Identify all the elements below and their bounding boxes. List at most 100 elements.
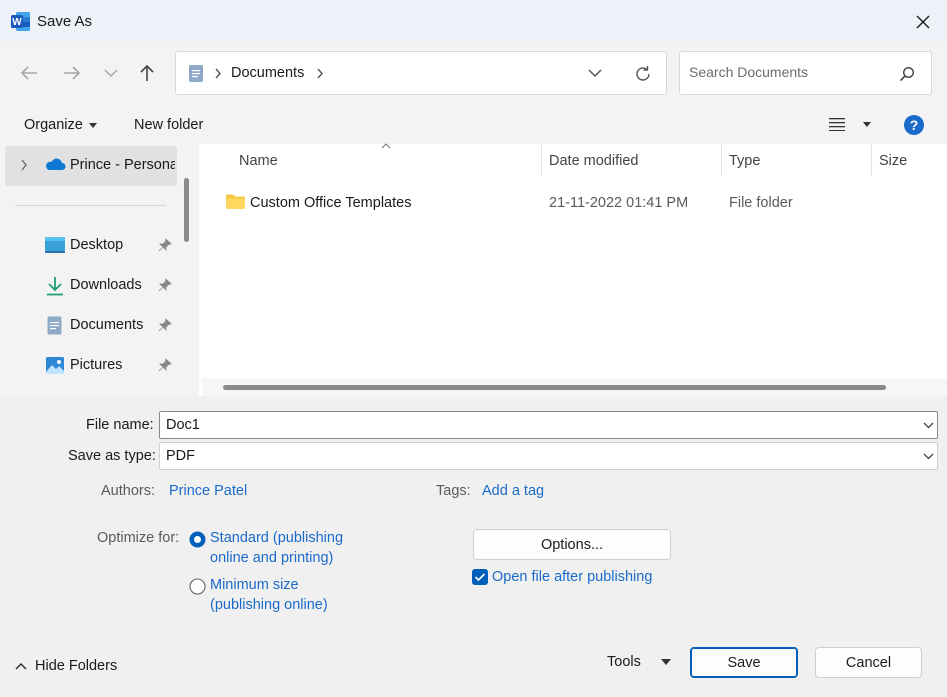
- column-header-date[interactable]: Date modified: [549, 153, 638, 169]
- file-date: 21-11-2022 01:41 PM: [549, 195, 689, 211]
- hide-folders-label: Hide Folders: [35, 658, 118, 674]
- arrow-right-icon: [64, 66, 81, 80]
- refresh-icon[interactable]: [634, 65, 652, 83]
- close-icon: [916, 15, 930, 29]
- file-list: [199, 144, 947, 396]
- arrow-left-icon: [20, 66, 37, 80]
- optimize-standard-radio[interactable]: Standard (publishing online and printing…: [189, 530, 359, 572]
- optimize-minimum-radio[interactable]: Minimum size (publishing online): [189, 577, 359, 619]
- search-input[interactable]: [689, 64, 889, 80]
- pin-icon: [158, 318, 172, 332]
- file-name: Custom Office Templates: [250, 195, 412, 211]
- file-name-label: File name:: [86, 417, 154, 433]
- chevron-down-icon[interactable]: [923, 422, 934, 429]
- file-type: File folder: [729, 195, 793, 211]
- chevron-down-icon: [104, 69, 118, 78]
- pin-icon: [158, 238, 172, 252]
- address-bar[interactable]: Documents: [175, 51, 667, 95]
- search-icon[interactable]: [899, 66, 915, 82]
- close-button[interactable]: [905, 6, 941, 38]
- column-divider[interactable]: [541, 144, 542, 176]
- title-bar: [0, 0, 947, 42]
- folder-icon: [226, 194, 245, 209]
- divider: [15, 205, 166, 206]
- file-name-field[interactable]: Doc1: [159, 411, 938, 439]
- sort-ascending-icon[interactable]: [381, 143, 391, 149]
- desktop-icon: [45, 237, 65, 253]
- optimize-standard-line1: Standard (publishing: [210, 530, 344, 546]
- window-title: Save As: [37, 13, 93, 30]
- column-divider[interactable]: [721, 144, 722, 176]
- optimize-standard-line2: online and printing): [210, 550, 334, 566]
- svg-text:W: W: [12, 17, 22, 28]
- caret-down-icon: [863, 121, 871, 127]
- recent-locations-button[interactable]: [97, 59, 125, 87]
- view-options-button[interactable]: [829, 117, 871, 131]
- open-after-publishing-checkbox[interactable]: Open file after publishing: [472, 568, 672, 588]
- chevron-up-icon: [15, 662, 27, 670]
- organize-button[interactable]: Organize: [24, 117, 97, 133]
- pictures-icon: [46, 357, 64, 374]
- save-as-type-select[interactable]: PDF: [159, 442, 938, 470]
- new-folder-button[interactable]: New folder: [134, 117, 203, 133]
- help-icon[interactable]: ?: [904, 115, 924, 135]
- document-icon: [47, 316, 62, 335]
- checkbox-checked-icon: [472, 569, 488, 585]
- chevron-right-icon[interactable]: [20, 159, 28, 171]
- open-after-publishing-label: Open file after publishing: [492, 569, 653, 585]
- column-header-size[interactable]: Size: [879, 153, 907, 169]
- arrow-up-icon: [140, 64, 154, 81]
- save-button[interactable]: Save: [690, 647, 798, 678]
- file-name-value: Doc1: [166, 417, 200, 433]
- sidebar-scrollbar[interactable]: [184, 178, 189, 242]
- table-row[interactable]: Custom Office Templates 21-11-2022 01:41…: [222, 190, 942, 218]
- tags-label: Tags:: [436, 483, 471, 499]
- radio-unselected-icon: [189, 578, 206, 595]
- horizontal-scrollbar-thumb[interactable]: [223, 385, 886, 390]
- sidebar-item-label: Downloads: [70, 277, 142, 293]
- column-header-name[interactable]: Name: [239, 153, 278, 169]
- add-tag-link[interactable]: Add a tag: [482, 483, 544, 499]
- pin-icon: [158, 358, 172, 372]
- sidebar-item-downloads[interactable]: Downloads: [40, 272, 178, 300]
- chevron-down-icon: [923, 453, 934, 460]
- column-header-type[interactable]: Type: [729, 153, 760, 169]
- sidebar-item-label: Pictures: [70, 357, 123, 373]
- dialog-footer: [0, 622, 947, 697]
- search-box[interactable]: [679, 51, 932, 95]
- optimize-minimum-line2: (publishing online): [210, 597, 328, 613]
- sidebar-item-desktop[interactable]: Desktop: [40, 232, 178, 260]
- sidebar-item-pictures[interactable]: Pictures: [40, 352, 178, 380]
- column-divider[interactable]: [871, 144, 872, 176]
- radio-selected-icon: [189, 531, 206, 548]
- chevron-down-icon[interactable]: [588, 69, 602, 78]
- authors-label: Authors:: [101, 483, 155, 499]
- onedrive-icon: [46, 158, 66, 170]
- caret-down-icon: [88, 122, 97, 128]
- tools-button[interactable]: Tools: [607, 654, 671, 670]
- word-icon: W: [10, 11, 31, 32]
- sidebar-item-label: Prince - Persona: [70, 157, 175, 173]
- save-as-type-label: Save as type:: [68, 448, 156, 464]
- sidebar-item-label: Documents: [70, 317, 144, 333]
- up-button[interactable]: [133, 59, 161, 87]
- save-as-type-value: PDF: [166, 448, 195, 464]
- authors-value[interactable]: Prince Patel: [169, 483, 247, 499]
- chevron-right-icon: [215, 68, 221, 79]
- sidebar-item-documents[interactable]: Documents: [40, 312, 178, 340]
- cancel-button[interactable]: Cancel: [815, 647, 922, 678]
- organize-label: Organize: [24, 117, 83, 133]
- tools-label: Tools: [607, 654, 641, 670]
- options-button[interactable]: Options...: [473, 529, 671, 560]
- download-icon: [47, 277, 63, 296]
- chevron-right-icon[interactable]: [316, 68, 324, 79]
- caret-down-icon: [660, 659, 671, 665]
- optimize-minimum-line1: Minimum size: [210, 577, 299, 593]
- breadcrumb-documents[interactable]: Documents: [231, 65, 304, 81]
- sidebar-item-label: Desktop: [70, 237, 124, 253]
- back-button[interactable]: [15, 59, 43, 87]
- list-view-icon: [829, 118, 845, 131]
- hide-folders-button[interactable]: Hide Folders: [15, 658, 117, 674]
- forward-button[interactable]: [58, 59, 86, 87]
- document-icon: [189, 65, 203, 82]
